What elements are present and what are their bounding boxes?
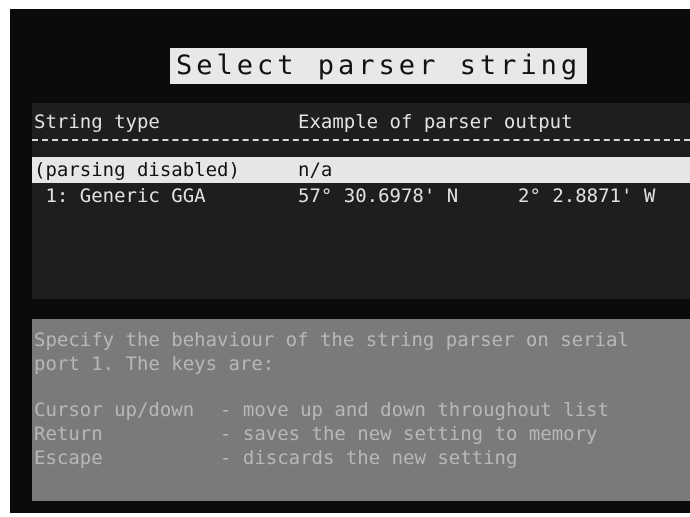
header-divider — [32, 139, 690, 141]
column-header-example: Example of parser output — [298, 111, 573, 133]
help-panel: Specify the behaviour of the string pars… — [32, 319, 690, 501]
parser-string-list: String type Example of parser output (pa… — [32, 103, 690, 299]
help-key-row-escape: Escape - discards the new setting — [34, 447, 684, 469]
list-header-row: String type Example of parser output — [32, 109, 690, 135]
help-key-name: Escape — [34, 447, 103, 469]
help-key-row-return: Return - saves the new setting to memory — [34, 423, 684, 445]
help-key-action: - move up and down throughout list — [220, 399, 609, 421]
list-item-parsing-disabled[interactable]: (parsing disabled) n/a — [32, 157, 690, 183]
list-item-type: 1: Generic GGA — [34, 185, 206, 207]
list-item-latitude: 57° 30.6978' N — [298, 185, 459, 207]
help-key-row-cursor: Cursor up/down - move up and down throug… — [34, 399, 684, 421]
help-description-line: Specify the behaviour of the string pars… — [34, 329, 629, 351]
list-item-longitude: 2° 2.8871' W — [518, 185, 656, 207]
terminal-screen: Select parser string String type Example… — [10, 9, 690, 513]
help-key-name: Cursor up/down — [34, 399, 195, 421]
list-item-type: (parsing disabled) — [34, 159, 240, 181]
column-header-string-type: String type — [34, 111, 160, 133]
page-title: Select parser string — [170, 48, 588, 84]
list-item-generic-gga[interactable]: 1: Generic GGA 57° 30.6978' N 2° 2.8871'… — [32, 183, 690, 209]
help-description-line: port 1. The keys are: — [34, 353, 275, 375]
list-item-example: n/a — [298, 159, 333, 181]
help-key-action: - saves the new setting to memory — [220, 423, 598, 445]
help-key-action: - discards the new setting — [220, 447, 518, 469]
help-key-name: Return — [34, 423, 103, 445]
